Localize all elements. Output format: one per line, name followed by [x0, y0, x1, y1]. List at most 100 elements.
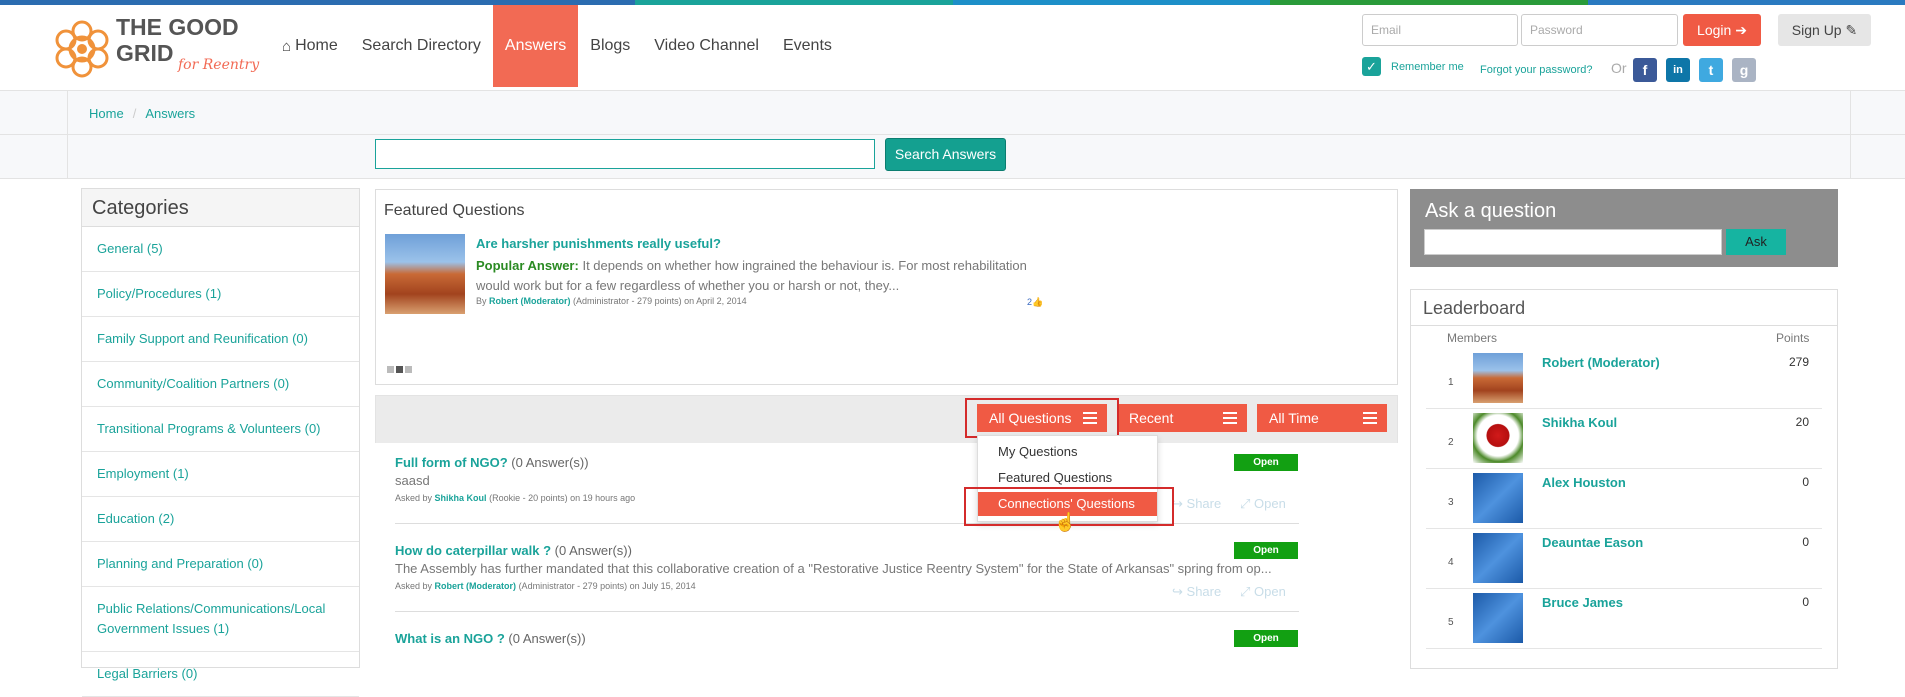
- ask-input[interactable]: [1424, 229, 1722, 255]
- leaderboard-row: 3 Alex Houston 0: [1426, 469, 1822, 529]
- rank: 4: [1448, 557, 1454, 568]
- share-icon: ↪: [1172, 584, 1183, 599]
- site-logo[interactable]: THE GOOD GRID for Reentry: [50, 9, 265, 89]
- status-badge: Open: [1234, 454, 1298, 471]
- twitter-icon[interactable]: t: [1699, 58, 1723, 82]
- member-name[interactable]: Shikha Koul: [1542, 415, 1617, 430]
- share-button[interactable]: ↪ Share: [1172, 496, 1221, 512]
- question-body: The Assembly has further mandated that t…: [395, 561, 1272, 576]
- question-item: How do caterpillar walk ? (0 Answer(s)) …: [395, 542, 1300, 591]
- asked-by: Asked by: [395, 581, 433, 591]
- nav-events[interactable]: Events: [771, 5, 844, 87]
- google-icon[interactable]: g: [1732, 58, 1756, 82]
- ask-title: Ask a question: [1425, 200, 1557, 222]
- breadcrumb: Home / Answers: [89, 106, 196, 121]
- signup-label: Sign Up: [1791, 22, 1842, 38]
- facebook-icon[interactable]: f: [1633, 58, 1657, 82]
- question-byline: Asked by Robert (Moderator) (Administrat…: [395, 581, 1300, 591]
- remember-label: Remember me: [1391, 60, 1464, 73]
- category-item[interactable]: Policy/Procedures (1): [82, 272, 359, 317]
- member-name[interactable]: Robert (Moderator): [1542, 355, 1660, 370]
- members-column: Members: [1447, 331, 1498, 345]
- forgot-password-link[interactable]: Forgot your password?: [1480, 64, 1593, 76]
- breadcrumb-current[interactable]: Answers: [145, 106, 195, 121]
- header: THE GOOD GRID for Reentry ⌂ Home Search D…: [0, 5, 1905, 91]
- all-time-dropdown[interactable]: All Time: [1257, 404, 1387, 432]
- category-item[interactable]: Planning and Preparation (0): [82, 542, 359, 587]
- expand-icon: ⤢: [1240, 584, 1251, 599]
- member-points: 0: [1802, 535, 1809, 549]
- login-label: Login: [1697, 22, 1732, 38]
- highlight-all-questions: [965, 398, 1119, 438]
- open-button[interactable]: ⤢ Open: [1240, 584, 1286, 600]
- category-item[interactable]: General (5): [82, 227, 359, 272]
- avatar[interactable]: [1473, 533, 1523, 583]
- category-item[interactable]: Family Support and Reunification (0): [82, 317, 359, 362]
- leaderboard-row: 1 Robert (Moderator) 279: [1426, 349, 1822, 409]
- share-label: Share: [1186, 496, 1222, 511]
- category-item[interactable]: Community/Coalition Partners (0): [82, 362, 359, 407]
- share-button[interactable]: ↪ Share: [1172, 584, 1221, 600]
- home-icon: ⌂: [282, 37, 292, 55]
- nav-blogs[interactable]: Blogs: [578, 5, 642, 87]
- answer-count: (0 Answer(s)): [554, 543, 632, 558]
- featured-image: [385, 234, 465, 314]
- question-author[interactable]: Shikha Koul: [435, 493, 487, 503]
- avatar[interactable]: [1473, 353, 1523, 403]
- category-item[interactable]: Legal Barriers (0): [82, 652, 359, 697]
- category-item[interactable]: Public Relations/Communications/Local Go…: [82, 587, 359, 652]
- avatar[interactable]: [1473, 593, 1523, 643]
- password-field[interactable]: Password: [1521, 14, 1678, 46]
- featured-likes[interactable]: 2👍: [1027, 297, 1043, 308]
- question-title[interactable]: Full form of NGO?: [395, 455, 508, 470]
- question-item: What is an NGO ? (0 Answer(s)): [395, 630, 1300, 648]
- question-author[interactable]: Robert (Moderator): [435, 581, 517, 591]
- logo-title-1: THE GOOD: [116, 14, 239, 40]
- member-name[interactable]: Alex Houston: [1542, 475, 1626, 490]
- email-field[interactable]: Email: [1362, 14, 1518, 46]
- linkedin-icon[interactable]: in: [1666, 58, 1690, 82]
- nav-search-directory[interactable]: Search Directory: [350, 5, 493, 87]
- member-name[interactable]: Bruce James: [1542, 595, 1623, 610]
- login-button[interactable]: Login ➔: [1683, 14, 1761, 46]
- avatar[interactable]: [1473, 413, 1523, 463]
- search-answers-button[interactable]: Search Answers: [885, 138, 1006, 171]
- menu-item-my-questions[interactable]: My Questions: [978, 440, 1157, 464]
- categories-panel: Categories General (5) Policy/Procedures…: [81, 188, 360, 697]
- category-item[interactable]: Education (2): [82, 497, 359, 542]
- remember-me[interactable]: ✓ Remember me: [1362, 57, 1464, 76]
- edit-icon: ✎: [1845, 22, 1858, 38]
- featured-byline: By Robert (Moderator) (Administrator - 2…: [476, 296, 747, 306]
- recent-label: Recent: [1129, 410, 1174, 426]
- share-label: Share: [1186, 584, 1222, 599]
- question-title[interactable]: What is an NGO ?: [395, 631, 505, 646]
- avatar[interactable]: [1473, 473, 1523, 523]
- nav-video-channel[interactable]: Video Channel: [642, 5, 771, 87]
- signup-button[interactable]: Sign Up ✎: [1778, 14, 1871, 46]
- leaderboard-row: 2 Shikha Koul 20: [1426, 409, 1822, 469]
- member-points: 20: [1795, 415, 1809, 429]
- logo-tagline: for Reentry: [177, 57, 260, 73]
- search-input[interactable]: [375, 139, 875, 169]
- question-meta: (Rookie - 20 points) on 19 hours ago: [489, 493, 636, 503]
- open-button[interactable]: ⤢ Open: [1240, 496, 1286, 512]
- breadcrumb-home[interactable]: Home: [89, 106, 124, 121]
- by-prefix: By: [476, 296, 487, 306]
- question-title[interactable]: How do caterpillar walk ?: [395, 543, 551, 558]
- remember-checkbox[interactable]: ✓: [1362, 57, 1381, 76]
- featured-question-link[interactable]: Are harsher punishments really useful?: [476, 236, 721, 251]
- recent-dropdown[interactable]: Recent: [1117, 404, 1247, 432]
- thumbs-up-icon: 👍: [1032, 297, 1044, 307]
- featured-author[interactable]: Robert (Moderator): [489, 296, 571, 306]
- popular-answer-label: Popular Answer:: [476, 258, 579, 273]
- nav-answers[interactable]: Answers: [492, 5, 579, 87]
- member-name[interactable]: Deauntae Eason: [1542, 535, 1643, 550]
- category-item[interactable]: Transitional Programs & Volunteers (0): [82, 407, 359, 452]
- ask-button[interactable]: Ask: [1726, 229, 1786, 255]
- nav-home[interactable]: ⌂ Home: [270, 5, 350, 87]
- leaderboard-title: Leaderboard: [1411, 290, 1837, 326]
- nav-home-label: Home: [295, 37, 338, 54]
- points-column: Points: [1776, 331, 1810, 345]
- carousel-dots[interactable]: [387, 366, 412, 373]
- category-item[interactable]: Employment (1): [82, 452, 359, 497]
